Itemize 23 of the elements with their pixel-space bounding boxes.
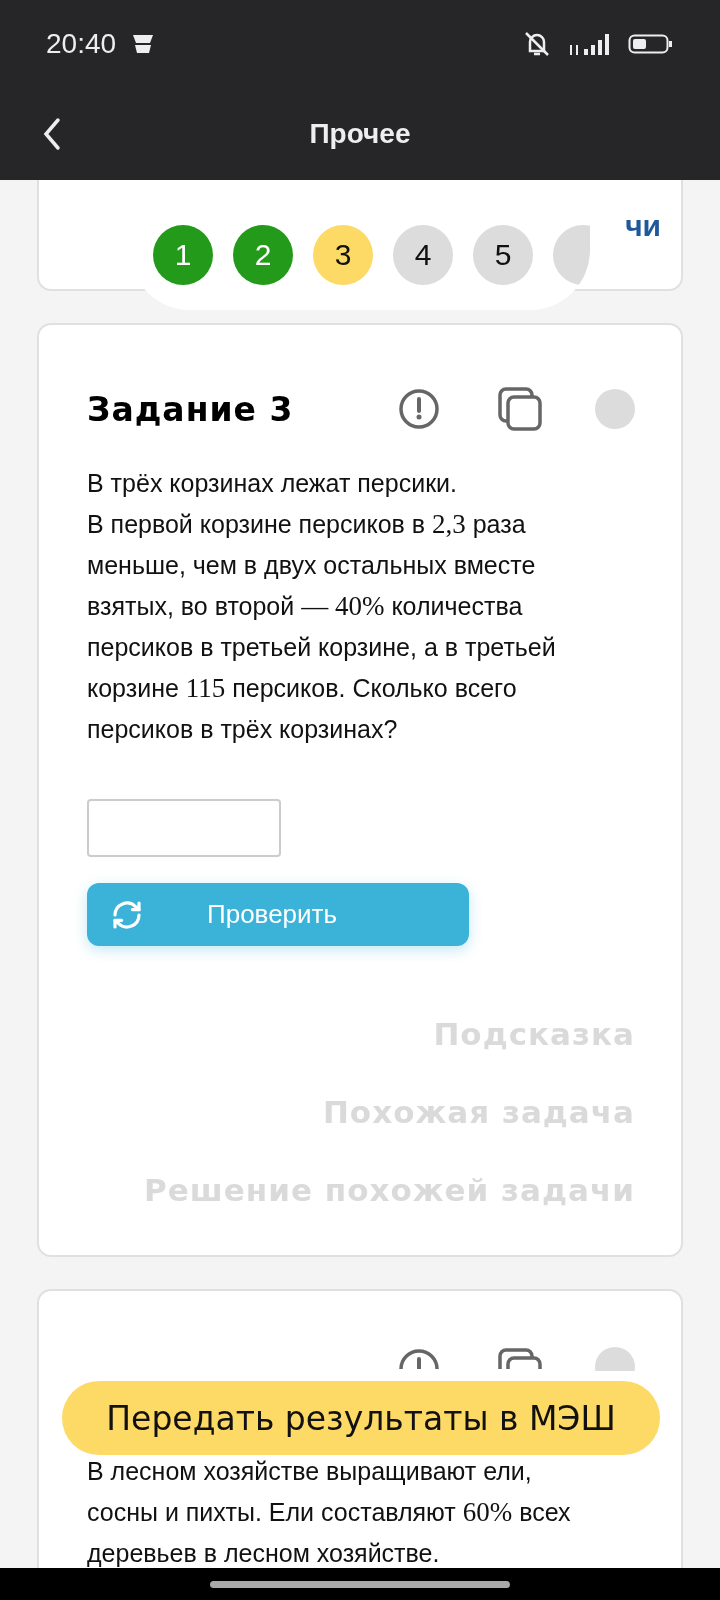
task-text: В лесном хозяйстве выращивают ели, сосны и пихты. Ели составляют 60% всех деревьев в лесном хозяйстве. (87, 1456, 572, 1568)
exclamation-icon[interactable] (397, 1347, 441, 1369)
copy-icon[interactable] (497, 1347, 543, 1369)
task-number[interactable]: 1 (153, 225, 213, 285)
screen-title: Прочее (309, 118, 411, 150)
task-number[interactable]: 2 (233, 225, 293, 285)
task-number[interactable]: 4 (393, 225, 453, 285)
task-text: В первой корзине персиков в 2,3 раза меньше, чем в двух остальных вместе взятых, во второй — 40% количества персиков в третьей корзине, а в третьей корзине 115 персиков. Сколько всего персиков в трёх корзинах? (87, 508, 557, 745)
status-time: 20:40 (46, 28, 117, 60)
submit-results-button[interactable]: Передать результаты в МЭШ (62, 1381, 660, 1455)
status-circle-icon (595, 389, 635, 429)
refresh-icon (111, 898, 143, 931)
exclamation-icon[interactable] (397, 387, 441, 431)
check-button[interactable]: Проверить (87, 883, 469, 946)
task-link[interactable]: чи (625, 208, 661, 243)
answer-field[interactable] (87, 799, 281, 857)
battery-icon (628, 32, 674, 56)
task-text: В трёх корзинах лежат персики. (87, 468, 458, 499)
home-indicator[interactable] (210, 1580, 510, 1588)
task-number[interactable]: 5 (473, 225, 533, 285)
task-title: Задание 3 (87, 389, 295, 429)
task-number[interactable]: 3 (313, 225, 373, 285)
copy-icon[interactable] (497, 386, 543, 432)
